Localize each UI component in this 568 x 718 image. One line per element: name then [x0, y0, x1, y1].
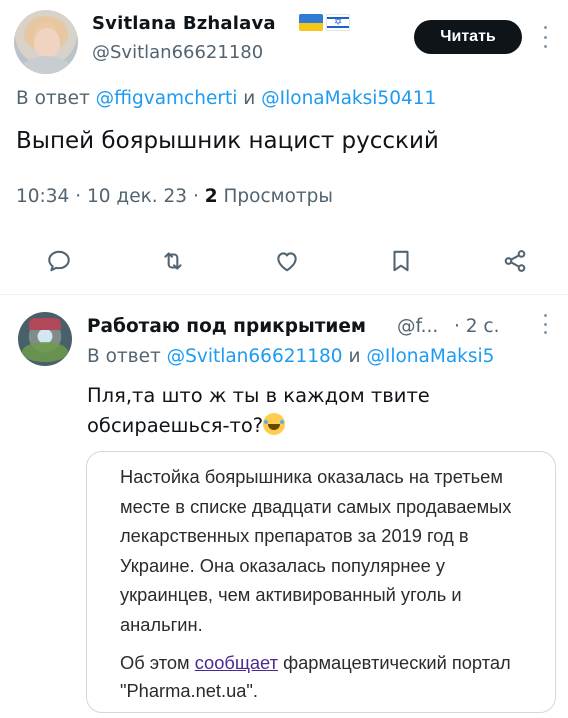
more-options-icon[interactable] [538, 314, 552, 334]
quote-paragraph: Об этом сообщает фармацевтический портал… [120, 649, 530, 705]
avatar-body [20, 56, 72, 74]
quote-text: Об этом [120, 652, 190, 673]
tweet-time[interactable]: 10:34 [16, 186, 69, 207]
tweet-text-line: Пля,та што ж ты в каждом твите [87, 384, 430, 407]
tweet-text: Пля,та што ж ты в каждом твите обсираешь… [87, 381, 547, 441]
author-handle[interactable]: @Svitlan66621180 [92, 42, 263, 63]
retweet-icon[interactable] [158, 246, 188, 276]
avatar[interactable] [18, 312, 72, 366]
tweet-text: Выпей боярышник нацист русский [16, 128, 439, 154]
author-handle[interactable]: @f... [397, 316, 438, 337]
reply-to-line: В ответ @Svitlan66621180 и @IlonaMaksi5 [87, 346, 494, 367]
divider [0, 294, 568, 295]
meta-separator: · [192, 186, 205, 207]
tweet-text-line: обсираешься-то? [87, 414, 264, 437]
name-flags: ✡ [299, 14, 350, 31]
mention-link[interactable]: @IlonaMaksi5 [366, 346, 494, 367]
mention-link[interactable]: @Svitlan66621180 [167, 346, 343, 367]
mention-link[interactable]: @ffigvamcherti [96, 88, 238, 109]
reply-to-joiner: и [243, 88, 256, 109]
avatar-face [34, 28, 60, 58]
israel-flag-icon: ✡ [326, 14, 350, 31]
mention-link[interactable]: @IlonaMaksi50411 [261, 88, 436, 109]
views-label: Просмотры [223, 186, 334, 207]
share-icon[interactable] [500, 246, 530, 276]
author-name[interactable]: Svitlana Bzhalava [92, 13, 276, 34]
quote-paragraph: Настойка боярышника оказалась на третьем… [120, 466, 512, 635]
ukraine-flag-icon [299, 14, 323, 31]
main-tweet: Svitlana Bzhalava ✡ @Svitlan66621180 Чит… [0, 0, 568, 295]
views-count: 2 [204, 186, 218, 207]
rolling-laughing-emoji-icon [263, 413, 286, 435]
tweet-date[interactable]: 10 дек. 23 [87, 186, 187, 207]
more-options-icon[interactable] [538, 26, 552, 48]
reply-to-prefix: В ответ [16, 88, 90, 109]
like-icon[interactable] [272, 246, 302, 276]
bookmark-icon[interactable] [386, 246, 416, 276]
reply-to-prefix: В ответ [87, 346, 161, 367]
reply-icon[interactable] [44, 246, 74, 276]
reply-to-joiner: и [348, 346, 361, 367]
tweet-time[interactable]: · 2 с. [454, 316, 499, 337]
read-button[interactable]: Читать [414, 20, 522, 54]
meta-separator: · [75, 186, 87, 207]
action-bar [0, 240, 568, 284]
tweet-meta: 10:34 · 10 дек. 23 · 2 Просмотры [16, 186, 333, 207]
author-name[interactable]: Работаю под прикрытием [87, 316, 366, 337]
reply-to-line: В ответ @ffigvamcherti и @IlonaMaksi5041… [16, 88, 436, 109]
avatar-detail [29, 318, 61, 330]
avatar-detail [22, 342, 68, 362]
avatar[interactable] [14, 10, 78, 74]
quoted-image-card[interactable]: Настойка боярышника оказалась на третьем… [86, 451, 556, 713]
source-link: сообщает [194, 652, 278, 673]
